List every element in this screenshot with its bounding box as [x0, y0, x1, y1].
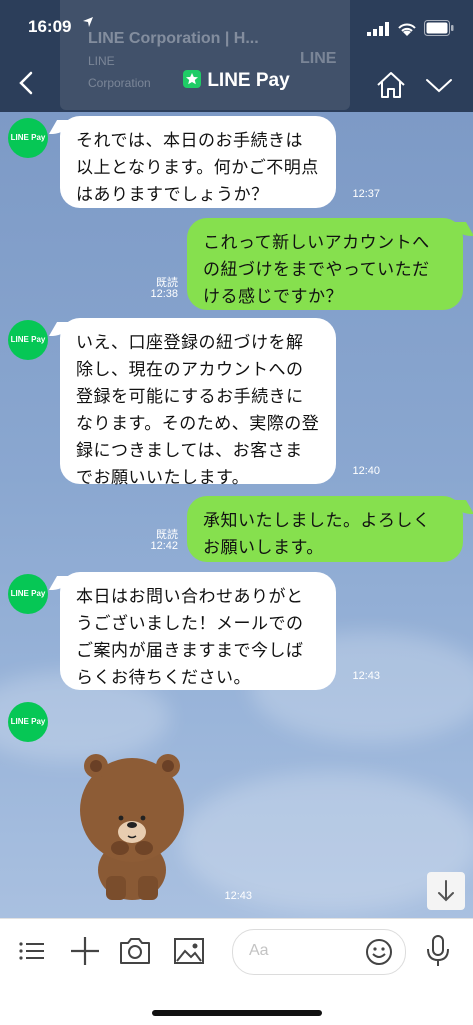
message-bubble-incoming[interactable]: いえ、口座登録の紐づけを解除し、現在のアカウントへの登録を可能にするお手続きにな…: [60, 318, 336, 488]
message-bubble-incoming[interactable]: 本日はお問い合わせありがとうございました！メールでのご案内が届きますまで今しばら…: [60, 572, 336, 690]
chat-area[interactable]: LINE Pay それでは、本日のお手続きは以上となります。何かご不明点はありま…: [0, 112, 473, 918]
message-time: 12:38: [150, 288, 178, 300]
home-indicator[interactable]: [152, 1010, 322, 1016]
cellular-signal-icon: [367, 22, 389, 36]
avatar[interactable]: LINE Pay: [8, 702, 48, 742]
arrow-down-icon: [438, 880, 454, 902]
microphone-icon[interactable]: [425, 933, 451, 969]
avatar[interactable]: LINE Pay: [8, 118, 48, 158]
notification-title: LINE Corporation | H...: [88, 30, 259, 47]
message-time: 12:37: [352, 188, 380, 200]
message-toolbar: Aa: [0, 918, 473, 1025]
message-bubble-incoming[interactable]: それでは、本日のお手続きは以上となります。何かご不明点はありますでしょうか？: [60, 116, 336, 208]
avatar[interactable]: LINE Pay: [8, 320, 48, 360]
wifi-icon: [398, 23, 416, 36]
menu-list-icon[interactable]: [18, 933, 46, 969]
message-bubble-outgoing[interactable]: これって新しいアカウントへの紐づけをまでやっていただける感じですか？: [187, 218, 463, 310]
message-input[interactable]: Aa: [232, 929, 406, 975]
chevron-down-icon[interactable]: [423, 74, 455, 96]
notification-logo-text: LINE: [300, 50, 337, 67]
image-icon[interactable]: [173, 933, 205, 969]
message-time: 12:42: [150, 540, 178, 552]
avatar[interactable]: LINE Pay: [8, 574, 48, 614]
plus-icon[interactable]: [70, 933, 100, 969]
scroll-to-bottom-button[interactable]: [427, 872, 465, 910]
message-input-placeholder: Aa: [249, 942, 269, 959]
emoji-icon[interactable]: [365, 938, 393, 966]
brown-bear-sticker[interactable]: [72, 752, 192, 902]
notification-subtitle: LINE: [88, 54, 115, 68]
notification-overlay: LINE Corporation | H... LINE LINE Corpor…: [60, 0, 350, 110]
battery-icon: [424, 20, 454, 36]
message-bubble-outgoing[interactable]: 承知いたしました。よろしくお願いします。: [187, 496, 463, 562]
notification-line: Corporation: [88, 76, 151, 90]
message-time: 12:40: [352, 465, 380, 477]
message-time: 12:43: [224, 890, 252, 902]
home-icon[interactable]: [375, 70, 407, 100]
camera-icon[interactable]: [119, 933, 151, 969]
message-time: 12:43: [352, 670, 380, 682]
